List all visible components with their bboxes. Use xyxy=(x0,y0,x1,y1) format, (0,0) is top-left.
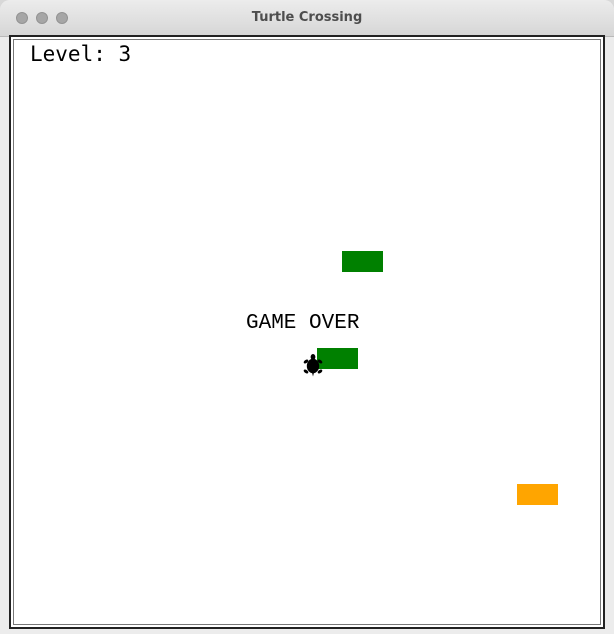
game-over-message: GAME OVER xyxy=(246,312,360,335)
car-orange-bottom xyxy=(517,484,558,505)
turtle-icon xyxy=(303,354,323,377)
app-window: Turtle Crossing Level: 3 GAME OVER xyxy=(0,0,614,634)
car-green-top xyxy=(342,251,383,272)
title-bar[interactable]: Turtle Crossing xyxy=(0,0,614,37)
level-indicator: Level: 3 xyxy=(30,42,132,66)
window-title: Turtle Crossing xyxy=(251,10,363,25)
